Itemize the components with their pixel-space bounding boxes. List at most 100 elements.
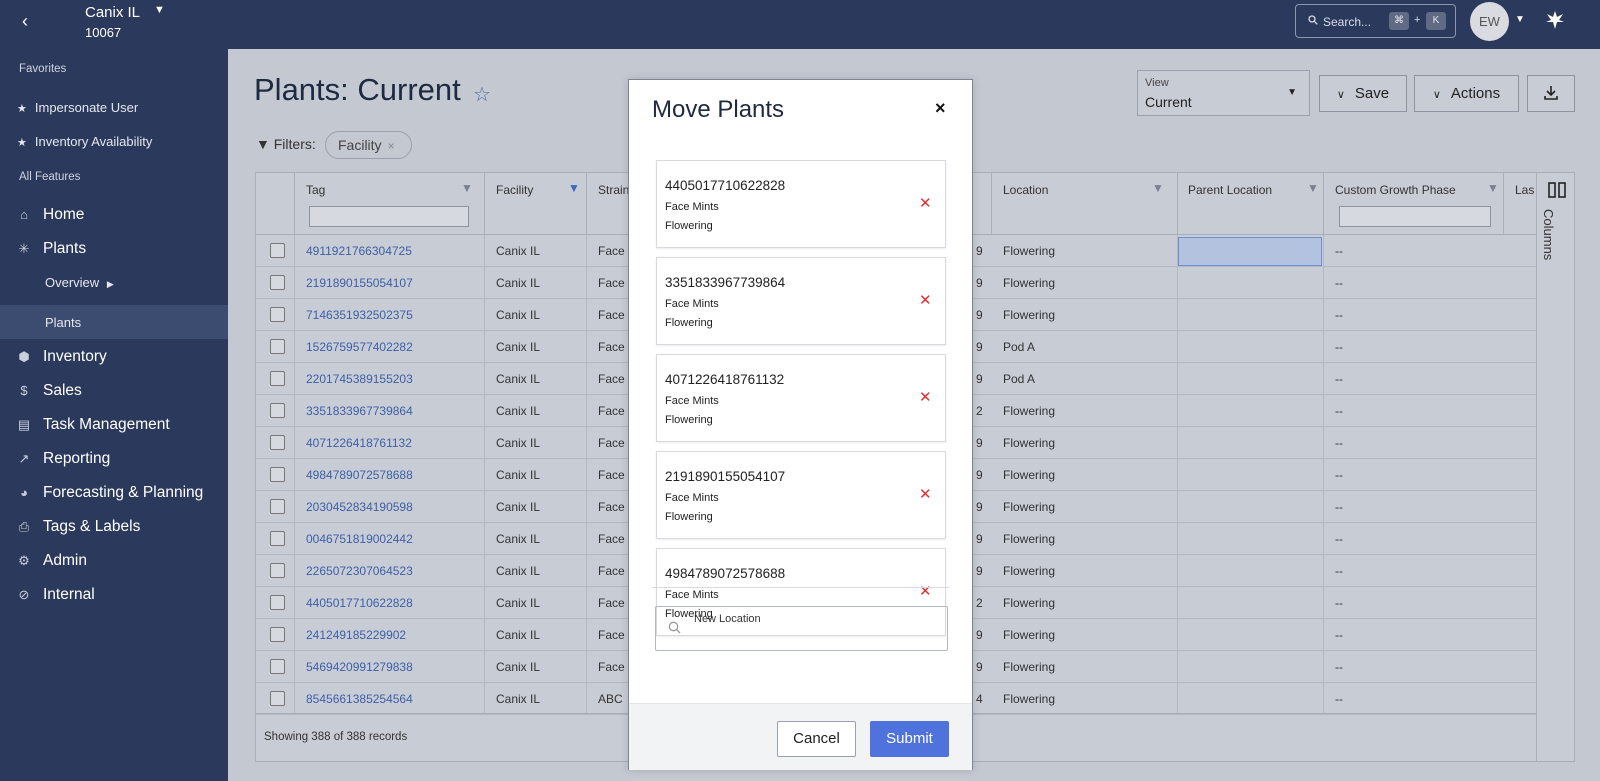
user-menu-caret-icon[interactable]: ▼ [1515, 14, 1525, 25]
facility-dropdown-caret-icon[interactable]: ▼ [154, 4, 165, 16]
row-checkbox[interactable] [270, 531, 285, 546]
sidebar-item-internal[interactable]: ⊘ Internal [15, 586, 95, 604]
plant-tag-link[interactable]: 4911921766304725 [306, 244, 412, 258]
selected-plants-list[interactable]: 4405017710622828 Face Mints Flowering ✕ 3351… [629, 155, 974, 649]
close-icon[interactable]: × [935, 98, 946, 119]
remove-plant-icon[interactable]: ✕ [919, 582, 932, 600]
column-separator [484, 173, 485, 235]
location-cell: Flowering [1003, 628, 1056, 642]
kbd-k: K [1426, 12, 1446, 30]
row-checkbox[interactable] [270, 275, 285, 290]
remove-plant-icon[interactable]: ✕ [919, 291, 932, 309]
back-arrow-icon[interactable]: ‹ [22, 12, 40, 30]
move-plants-modal: Move Plants × 4405017710622828 Face Mints… [628, 79, 973, 770]
remove-plant-icon[interactable]: ✕ [919, 388, 932, 406]
columns-panel-toggle[interactable]: Columns [1536, 173, 1574, 761]
filter-funnel-icon[interactable]: ▼ [1152, 181, 1164, 195]
sidebar-item-forecasting-planning[interactable]: ◕ Forecasting & Planning [15, 484, 203, 502]
selected-cell[interactable] [1178, 237, 1322, 266]
filter-funnel-icon[interactable]: ▼ [461, 181, 473, 195]
submit-button[interactable]: Submit [870, 721, 949, 757]
save-button[interactable]: ∨ Save [1319, 75, 1407, 112]
location-cell: Flowering [1003, 308, 1056, 322]
favorite-star-icon[interactable]: ☆ [473, 82, 491, 107]
column-header-location[interactable]: Location [1003, 183, 1048, 197]
plant-tag-link[interactable]: 2265072307064523 [306, 564, 413, 578]
actions-button[interactable]: ∨ Actions [1414, 75, 1519, 112]
sidebar-item-label: Forecasting & Planning [43, 484, 204, 501]
remove-plant-icon[interactable]: ✕ [919, 194, 932, 212]
row-checkbox[interactable] [270, 339, 285, 354]
filter-chip-facility[interactable]: Facility × [325, 131, 412, 159]
plant-tag-link[interactable]: 2030452834190598 [306, 500, 413, 514]
global-search[interactable]: Search... ⌘ + K [1295, 4, 1456, 38]
plant-tag-link[interactable]: 1526759577402282 [306, 340, 413, 354]
plant-tag-link[interactable]: 3351833967739864 [306, 404, 413, 418]
sidebar-item-admin[interactable]: ⚙ Admin [15, 552, 87, 570]
partial-cell: 9 [976, 532, 983, 546]
favorite-impersonate-user[interactable]: ★ Impersonate User [17, 100, 138, 115]
plant-tag-link[interactable]: 4405017710622828 [306, 596, 413, 610]
column-header-facility[interactable]: Facility [496, 183, 533, 197]
column-header-parent-location[interactable]: Parent Location [1188, 183, 1272, 197]
tag-filter-input[interactable] [309, 206, 469, 227]
column-header-last[interactable]: Las [1515, 183, 1534, 197]
location-cell: Flowering [1003, 500, 1056, 514]
page-title: Plants: Current [254, 72, 461, 107]
partial-cell: 2 [976, 404, 983, 418]
plant-tag-link[interactable]: 2191890155054107 [306, 276, 413, 290]
plant-tag-link[interactable]: 241249185229902 [306, 628, 406, 642]
sidebar-item-plants[interactable]: ✳ Plants [15, 240, 87, 258]
column-header-strain[interactable]: Strain [598, 183, 629, 197]
sidebar-item-home[interactable]: ⌂ Home [15, 206, 84, 224]
custom-growth-phase-filter-input[interactable] [1339, 206, 1491, 227]
plant-tag-link[interactable]: 0046751819002442 [306, 532, 413, 546]
row-checkbox[interactable] [270, 435, 285, 450]
row-checkbox[interactable] [270, 563, 285, 578]
row-checkbox[interactable] [270, 243, 285, 258]
sidebar-item-inventory[interactable]: ⬢ Inventory [15, 348, 106, 366]
row-checkbox[interactable] [270, 691, 285, 706]
row-checkbox[interactable] [270, 371, 285, 386]
sidebar-item-reporting[interactable]: ↗ Reporting [15, 450, 111, 468]
sidebar-item-tags-labels[interactable]: ⎙ Tags & Labels [15, 518, 141, 536]
sidebar-item-sales[interactable]: $ Sales [15, 382, 81, 400]
view-select[interactable]: View Current ▼ [1137, 70, 1310, 116]
cancel-button[interactable]: Cancel [777, 721, 856, 757]
facility-name[interactable]: Canix IL [85, 4, 140, 21]
top-bar: ‹ Canix IL ▼ 10067 Search... ⌘ + K EW ▼ [0, 0, 1600, 49]
plant-card-tag: 3351833967739864 [665, 275, 786, 290]
plant-tag-link[interactable]: 4071226418761132 [306, 436, 412, 450]
brand-logo-icon[interactable] [1544, 9, 1566, 37]
filters-label: ▼ Filters: [256, 136, 316, 152]
favorite-inventory-availability[interactable]: ★ Inventory Availability [17, 134, 152, 149]
plant-tag-link[interactable]: 5469420991279838 [306, 660, 413, 674]
row-checkbox[interactable] [270, 595, 285, 610]
new-location-select[interactable]: New Location [655, 606, 948, 651]
row-checkbox[interactable] [270, 499, 285, 514]
plant-tag-link[interactable]: 2201745389155203 [306, 372, 413, 386]
plant-tag-link[interactable]: 8545661385254564 [306, 692, 413, 706]
sidebar-subitem-plants[interactable]: Plants [45, 315, 81, 330]
row-checkbox[interactable] [270, 659, 285, 674]
selected-plant-card: 2191890155054107 Face Mints Flowering ✕ [656, 451, 946, 539]
column-header-tag[interactable]: Tag [306, 183, 325, 197]
row-checkbox[interactable] [270, 403, 285, 418]
row-checkbox[interactable] [270, 467, 285, 482]
plant-tag-link[interactable]: 7146351932502375 [306, 308, 413, 322]
sidebar-subitem-overview[interactable]: Overview ▶ [45, 275, 114, 290]
plant-tag-link[interactable]: 4984789072578688 [306, 468, 413, 482]
column-header-custom-growth-phase[interactable]: Custom Growth Phase [1335, 183, 1456, 197]
clipboard-icon: ▤ [17, 417, 31, 432]
user-avatar[interactable]: EW [1470, 2, 1509, 41]
plant-card-tag: 4405017710622828 [665, 178, 786, 193]
remove-filter-icon[interactable]: × [388, 139, 395, 153]
sidebar-item-task-management[interactable]: ▤ Task Management [15, 416, 170, 434]
row-checkbox[interactable] [270, 627, 285, 642]
filter-funnel-icon[interactable]: ▼ [1307, 181, 1319, 195]
remove-plant-icon[interactable]: ✕ [919, 485, 932, 503]
export-button[interactable] [1527, 75, 1575, 112]
row-checkbox[interactable] [270, 307, 285, 322]
filter-funnel-active-icon[interactable]: ▼ [568, 181, 580, 195]
filter-funnel-icon[interactable]: ▼ [1487, 181, 1499, 195]
